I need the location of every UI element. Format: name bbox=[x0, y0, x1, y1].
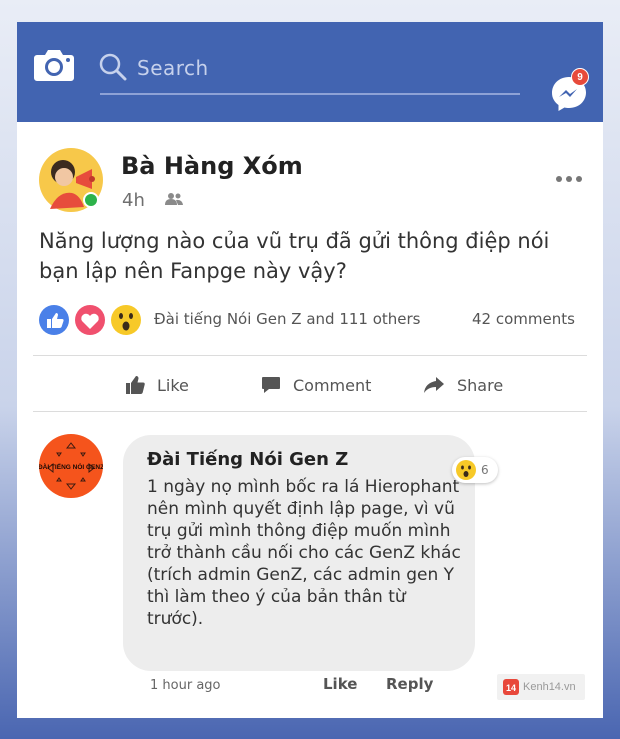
like-label: Like bbox=[157, 375, 189, 395]
wow-icon bbox=[456, 460, 476, 480]
comment-reaction-chip[interactable] bbox=[452, 457, 498, 483]
friends-icon bbox=[165, 193, 183, 205]
comments-count[interactable]: 42 comments bbox=[472, 310, 575, 328]
post-text: Năng lượng nào của vũ trụ đã gửi thông đ… bbox=[39, 229, 550, 283]
search-underline bbox=[100, 93, 520, 95]
love-icon bbox=[75, 305, 105, 335]
author-avatar[interactable] bbox=[38, 147, 104, 213]
comment-reaction-count: 6 bbox=[481, 463, 489, 477]
share-label: Share bbox=[457, 375, 504, 395]
top-bar: Search bbox=[17, 22, 603, 111]
like-button[interactable]: Like bbox=[125, 370, 189, 400]
watermark: 14 Kenh14.vn bbox=[497, 674, 585, 700]
thumbs-up-icon bbox=[126, 376, 145, 394]
kenh14-logo-icon: 14 bbox=[503, 679, 519, 695]
commenter-avatar[interactable]: ĐÀI TIẾNG NÓI GENZ bbox=[39, 434, 103, 498]
comment-label: Comment bbox=[293, 375, 372, 395]
comment-timestamp[interactable]: 1 hour ago bbox=[150, 678, 220, 693]
camera-icon[interactable] bbox=[33, 48, 75, 82]
reactions-summary[interactable]: Đài tiếng Nói Gen Z and 111 others bbox=[154, 310, 421, 328]
comment-button[interactable]: Comment bbox=[261, 370, 371, 400]
notification-badge: 9 bbox=[571, 68, 589, 86]
reaction-icons[interactable] bbox=[38, 303, 148, 337]
wow-icon bbox=[111, 305, 141, 335]
post-card: Bà Hàng Xóm 4h Năng lượng nào của vũ trụ… bbox=[17, 122, 603, 718]
comment-text: 1 ngày nọ mình bốc ra lá Hierophant nên … bbox=[147, 477, 461, 629]
divider bbox=[33, 355, 587, 356]
post-timestamp[interactable]: 4h bbox=[122, 190, 145, 211]
like-icon bbox=[39, 305, 69, 335]
more-options-icon[interactable] bbox=[555, 175, 583, 183]
facebook-mockup-frame: Search 9 Bà Hàng Xóm 4h Năng lượng nào c… bbox=[17, 22, 603, 718]
comment-like-button[interactable]: Like bbox=[323, 675, 357, 693]
post-author-name[interactable]: Bà Hàng Xóm bbox=[121, 152, 303, 180]
search-input[interactable]: Search bbox=[137, 56, 209, 80]
share-icon bbox=[424, 377, 444, 393]
comment-author-name[interactable]: Đài Tiếng Nói Gen Z bbox=[147, 449, 348, 470]
divider bbox=[33, 411, 587, 412]
svg-text:14: 14 bbox=[506, 683, 516, 693]
share-button[interactable]: Share bbox=[423, 370, 503, 400]
watermark-text: Kenh14.vn bbox=[523, 681, 576, 693]
comment-icon bbox=[262, 377, 280, 393]
search-icon[interactable] bbox=[99, 53, 127, 81]
comment-reply-button[interactable]: Reply bbox=[386, 675, 433, 693]
